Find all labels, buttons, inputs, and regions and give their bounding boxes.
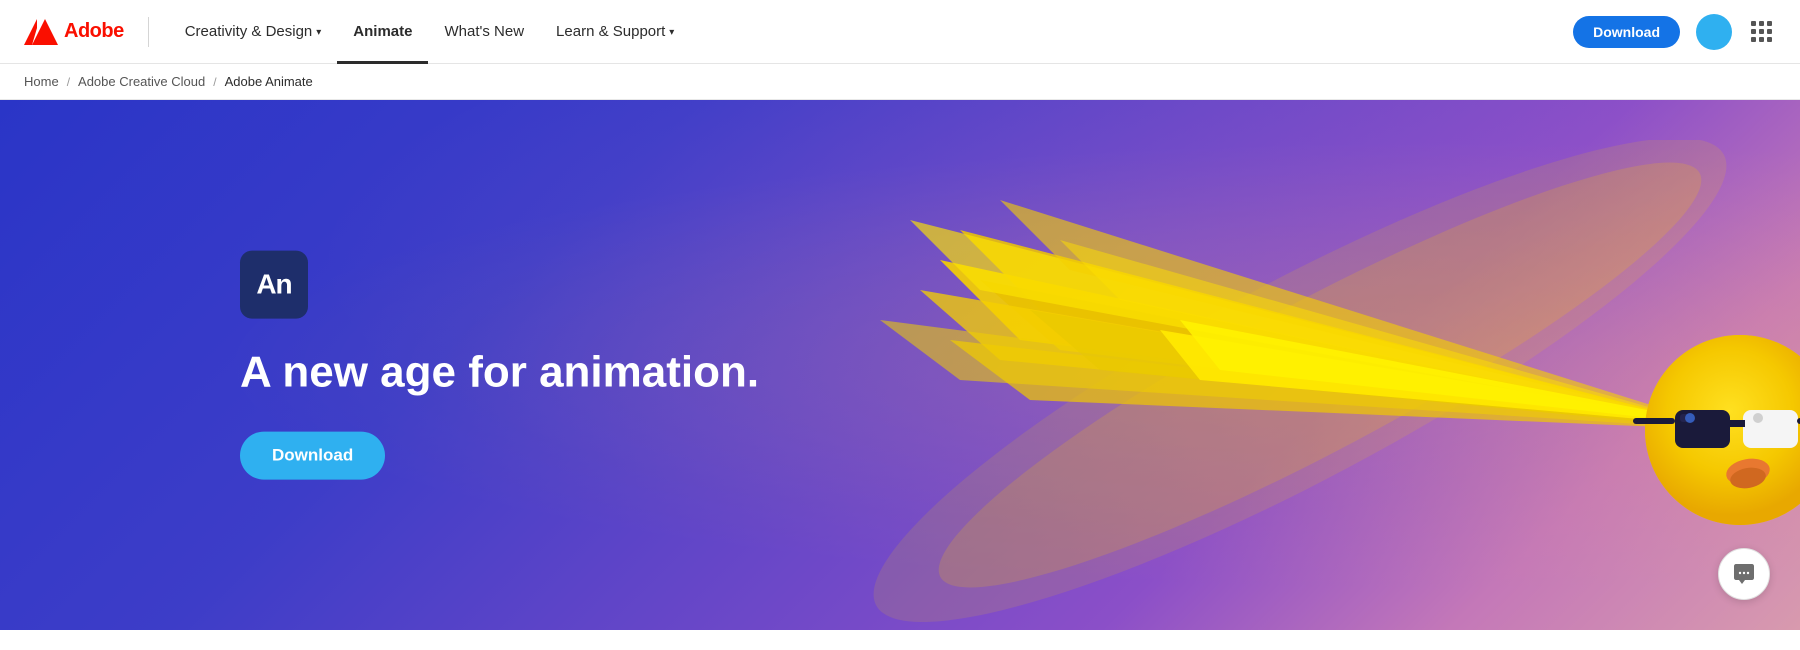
nav-item-whats-new[interactable]: What's New xyxy=(428,0,540,64)
nav-right: Download xyxy=(1573,14,1776,50)
breadcrumb-creative-cloud[interactable]: Adobe Creative Cloud xyxy=(78,74,205,89)
nav-divider xyxy=(148,17,149,47)
grid-dot xyxy=(1767,21,1772,26)
nav-download-button[interactable]: Download xyxy=(1573,16,1680,48)
grid-dot xyxy=(1759,37,1764,42)
grid-dots xyxy=(1751,21,1773,43)
nav-links: Creativity & Design ▾ Animate What's New… xyxy=(169,0,1573,64)
hero-content: An A new age for animation. Download xyxy=(240,251,759,480)
grid-dot xyxy=(1759,29,1764,34)
grid-dot xyxy=(1751,37,1756,42)
breadcrumb-home[interactable]: Home xyxy=(24,74,59,89)
grid-dot xyxy=(1767,29,1772,34)
nav-item-animate[interactable]: Animate xyxy=(337,0,428,64)
navbar: Adobe Creativity & Design ▾ Animate What… xyxy=(0,0,1800,64)
user-avatar[interactable] xyxy=(1696,14,1732,50)
grid-dot xyxy=(1751,21,1756,26)
adobe-logo-icon xyxy=(24,19,58,45)
chevron-down-icon: ▾ xyxy=(316,27,321,38)
breadcrumb-sep-1: / xyxy=(67,75,70,89)
chevron-down-icon: ▾ xyxy=(669,27,674,38)
chat-button[interactable] xyxy=(1718,548,1770,600)
breadcrumb-sep-2: / xyxy=(213,75,216,89)
chat-icon xyxy=(1732,562,1756,586)
adobe-logo-link[interactable]: Adobe xyxy=(24,19,124,45)
apps-grid-icon[interactable] xyxy=(1748,18,1776,46)
grid-dot xyxy=(1767,37,1772,42)
nav-item-creativity-design[interactable]: Creativity & Design ▾ xyxy=(169,0,338,64)
nav-item-learn-support[interactable]: Learn & Support ▾ xyxy=(540,0,690,64)
breadcrumb: Home / Adobe Creative Cloud / Adobe Anim… xyxy=(0,64,1800,100)
hero-section: An A new age for animation. Download xyxy=(0,100,1800,630)
grid-dot xyxy=(1759,21,1764,26)
animate-app-icon: An xyxy=(240,251,308,319)
adobe-wordmark: Adobe xyxy=(64,20,124,43)
breadcrumb-current: Adobe Animate xyxy=(225,74,313,89)
hero-headline: A new age for animation. xyxy=(240,347,759,400)
grid-dot xyxy=(1751,29,1756,34)
hero-download-button[interactable]: Download xyxy=(240,431,385,479)
